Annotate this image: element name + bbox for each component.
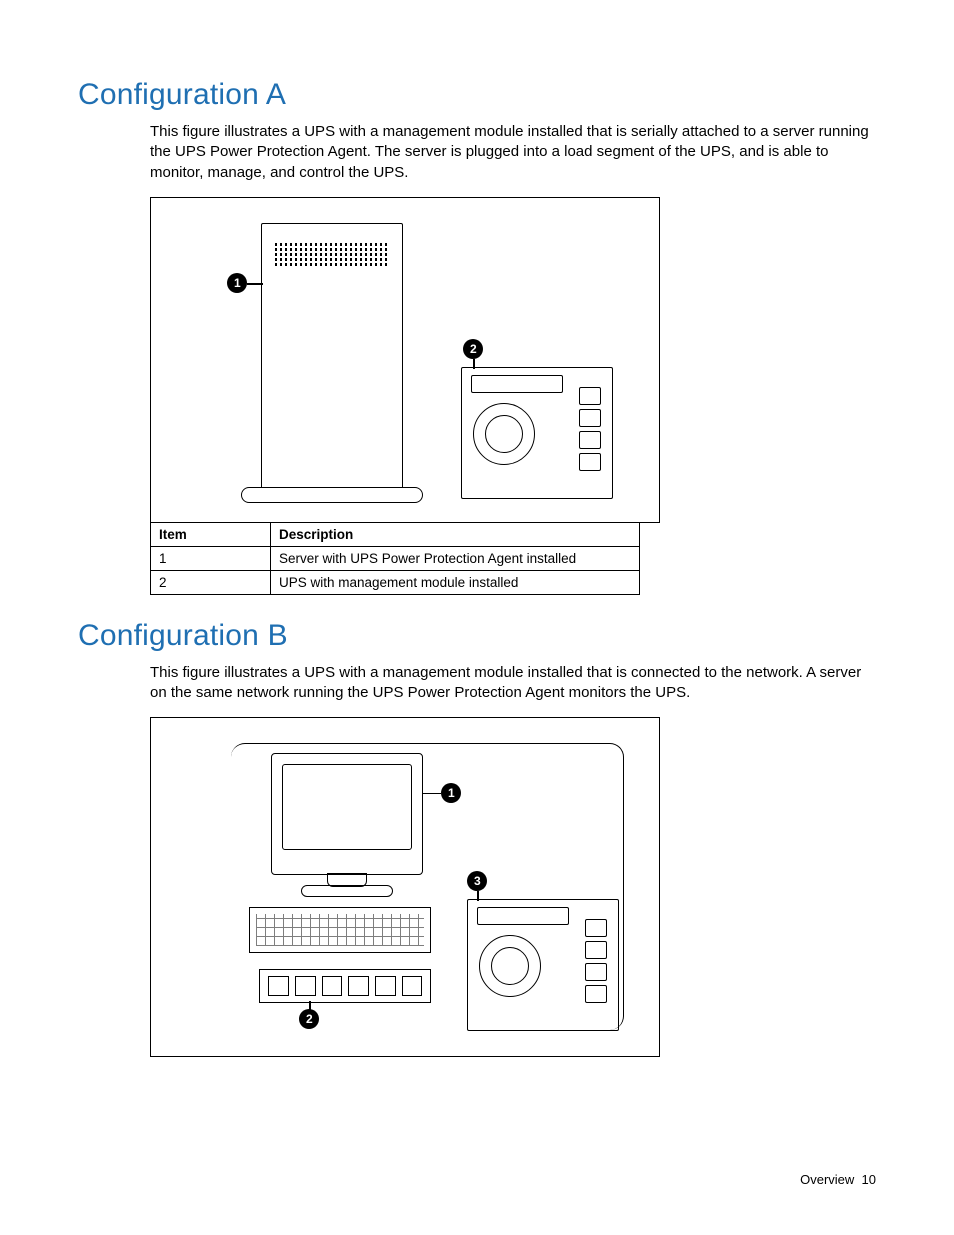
ups-mgmt-module bbox=[471, 375, 563, 393]
server-base bbox=[241, 487, 423, 503]
diagram-a: 1 2 bbox=[171, 217, 638, 502]
network-cable bbox=[231, 743, 624, 1030]
callout-2-lead bbox=[309, 1001, 311, 1011]
table-row: 2 UPS with management module installed bbox=[151, 570, 640, 594]
page-footer: Overview 10 bbox=[800, 1172, 876, 1187]
callout-2-lead bbox=[473, 359, 475, 369]
callout-1-lead bbox=[423, 793, 441, 795]
td-item: 1 bbox=[151, 546, 271, 570]
callout-2: 2 bbox=[463, 339, 483, 359]
figure-configuration-a: 1 2 bbox=[150, 197, 660, 523]
paragraph-configuration-a: This figure illustrates a UPS with a man… bbox=[78, 122, 876, 183]
td-item: 2 bbox=[151, 570, 271, 594]
th-description: Description bbox=[271, 522, 640, 546]
heading-configuration-b: Configuration B bbox=[78, 619, 876, 653]
footer-section: Overview bbox=[800, 1172, 854, 1187]
table-configuration-a: Item Description 1 Server with UPS Power… bbox=[150, 522, 640, 595]
server-vents bbox=[275, 241, 387, 268]
th-item: Item bbox=[151, 522, 271, 546]
table-header-row: Item Description bbox=[151, 522, 640, 546]
table-row: 1 Server with UPS Power Protection Agent… bbox=[151, 546, 640, 570]
diagram-b: 1 3 2 bbox=[171, 739, 638, 1036]
ups-outlets bbox=[579, 387, 601, 471]
callout-2: 2 bbox=[299, 1009, 319, 1029]
footer-page-number: 10 bbox=[862, 1172, 876, 1187]
figure-configuration-b: 1 3 2 bbox=[150, 717, 660, 1057]
td-desc: UPS with management module installed bbox=[271, 570, 640, 594]
callout-1: 1 bbox=[441, 783, 461, 803]
callout-1-lead bbox=[247, 283, 263, 285]
td-desc: Server with UPS Power Protection Agent i… bbox=[271, 546, 640, 570]
heading-configuration-a: Configuration A bbox=[78, 78, 876, 112]
paragraph-configuration-b: This figure illustrates a UPS with a man… bbox=[78, 663, 876, 704]
callout-1: 1 bbox=[227, 273, 247, 293]
callout-3: 3 bbox=[467, 871, 487, 891]
callout-3-lead bbox=[477, 891, 479, 901]
page: Configuration A This figure illustrates … bbox=[0, 0, 954, 1235]
